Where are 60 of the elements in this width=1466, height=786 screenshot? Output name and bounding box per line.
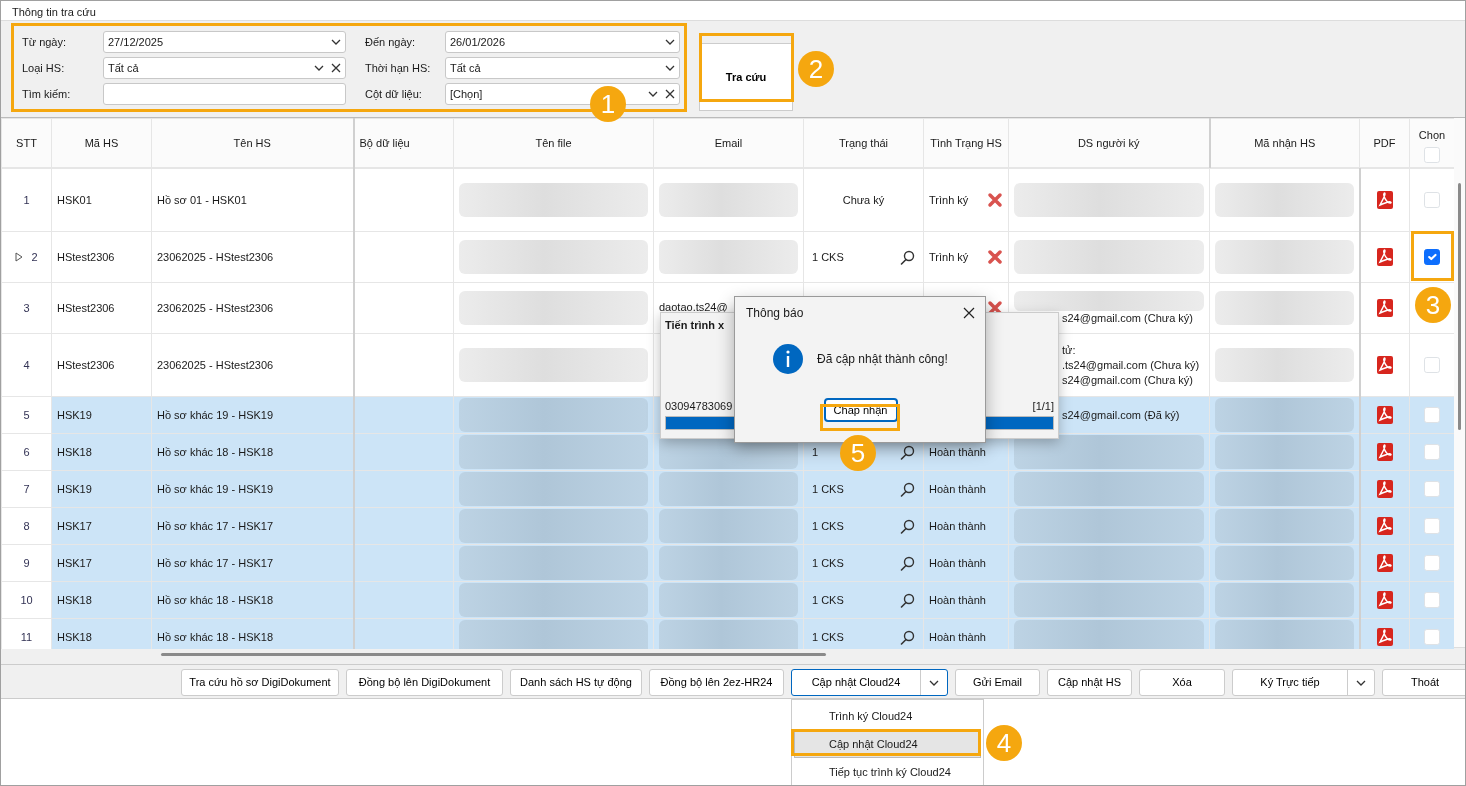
progress-count: [1/1]	[1032, 398, 1054, 414]
status-text: Hoàn thành	[929, 481, 986, 497]
progress-text: 03094783069	[665, 398, 733, 414]
table-cell: 23062025 - HStest2306	[151, 231, 354, 283]
row-number: 8	[23, 518, 30, 534]
dialog-title: Thông báo	[746, 305, 804, 322]
status-text: 1 CKS	[812, 555, 845, 571]
field-label: Đến ngày:	[365, 34, 417, 50]
row-number: 10	[20, 592, 33, 608]
dialog-message: Đã cập nhật thành công!	[817, 351, 948, 368]
table-cell: HSK19	[51, 470, 152, 508]
status-text: 1	[812, 444, 820, 460]
table-cell: Hồ sơ 01 - HSK01	[151, 168, 354, 232]
dialog-title: Tiến trình x	[665, 318, 726, 333]
table-cell: HSK17	[51, 544, 152, 582]
step-number-tooltip: 4	[986, 725, 1022, 761]
panel-title: Thông tin tra cứu	[12, 5, 96, 17]
step-number-tooltip: 3	[1415, 287, 1451, 323]
row-number: 4	[23, 357, 30, 373]
table-cell: HSK01	[51, 168, 152, 232]
table-cell: 23062025 - HStest2306	[151, 282, 354, 334]
signer-text: .ts24@gmail.com (Chưa ký)	[1061, 357, 1201, 373]
table-cell: HStest2306	[51, 231, 152, 283]
table-cell: HSK17	[51, 507, 152, 545]
field-label: Cột dữ liệu:	[365, 86, 423, 102]
table-cell: HSK18	[51, 581, 152, 619]
field-label: Từ ngày:	[22, 34, 68, 50]
row-number: 5	[23, 407, 30, 423]
status-text: 1 CKS	[812, 481, 845, 497]
status-text: Chưa ký	[842, 192, 885, 208]
status-text: 1 CKS	[812, 629, 845, 645]
status-text: Hoàn thành	[929, 592, 986, 608]
table-cell: HSK19	[51, 396, 152, 434]
table-cell: HStest2306	[51, 282, 152, 334]
status-text: 1 CKS	[812, 249, 845, 265]
field-label: Loại HS:	[22, 60, 66, 76]
signer-text: s24@gmail.com (Chưa ký)	[1061, 310, 1194, 326]
status-text: Hoàn thành	[929, 518, 986, 534]
email-text: daotao.ts24@	[659, 301, 728, 313]
field-label: Tìm kiếm:	[22, 86, 72, 102]
column-header: Chọn	[1417, 127, 1447, 143]
row-number: 11	[20, 629, 33, 645]
row-number: 6	[23, 444, 30, 460]
table-cell: HSK18	[51, 433, 152, 471]
table-cell: HStest2306	[51, 333, 152, 397]
row-number: 1	[23, 192, 30, 208]
row-number: 9	[23, 555, 30, 571]
status-text: Hoàn thành	[929, 629, 986, 645]
signer-text: s24@gmail.com (Chưa ký)	[1061, 372, 1194, 388]
status-text: Hoàn thành	[929, 555, 986, 571]
row-number: 3	[23, 300, 30, 316]
status-text: Hoàn thành	[929, 444, 986, 460]
status-text: 1 CKS	[812, 592, 845, 608]
status-text: 1 CKS	[812, 518, 845, 534]
field-label: Thời hạn HS:	[365, 60, 432, 76]
status-text: Trình ký	[929, 192, 969, 208]
row-number: 2	[31, 249, 38, 265]
signer-text: tử:	[1061, 342, 1077, 358]
row-number: 7	[23, 481, 30, 497]
status-text: Trình ký	[929, 249, 969, 265]
